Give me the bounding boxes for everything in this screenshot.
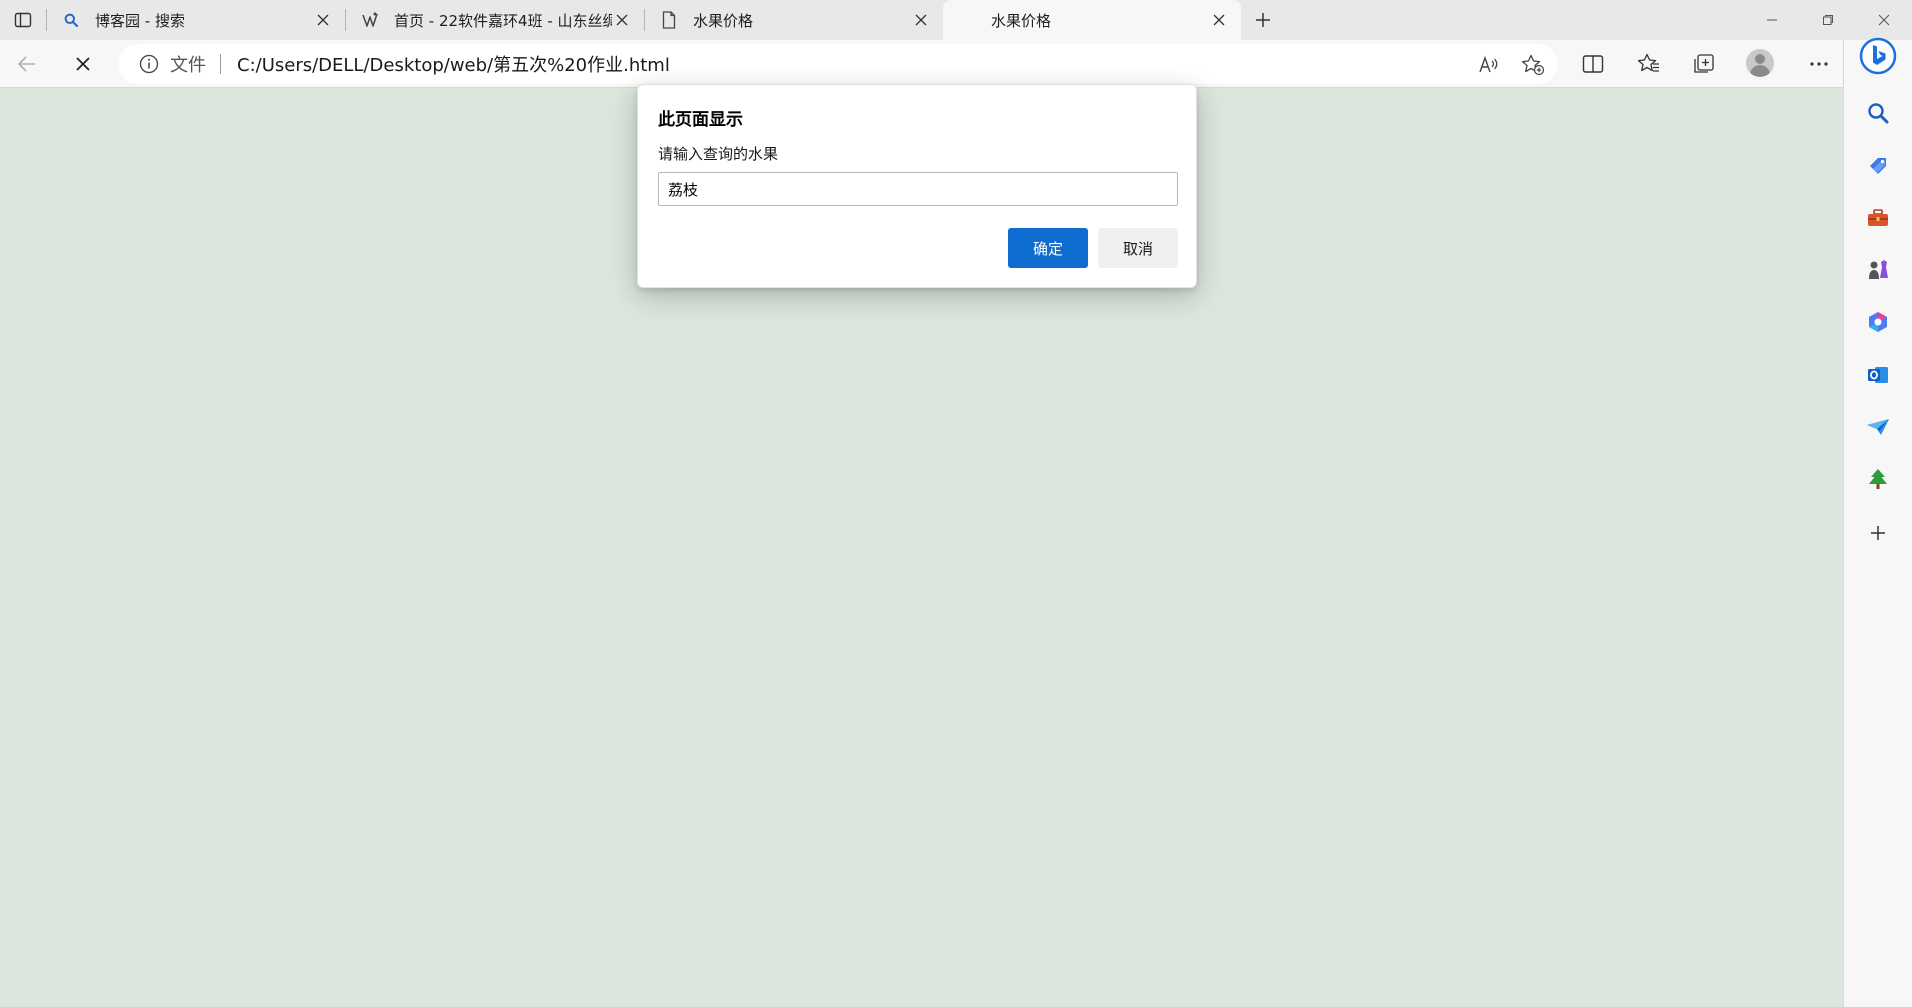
search-icon	[1868, 103, 1889, 124]
sidebar-add-button[interactable]	[1861, 516, 1895, 550]
prompt-dialog: 此页面显示 请输入查询的水果 确定 取消	[637, 84, 1197, 288]
tab-actions-icon	[14, 12, 32, 28]
close-window-button[interactable]	[1856, 0, 1912, 40]
close-tab-icon[interactable]	[1209, 10, 1229, 30]
tab-title: 博客园 - 搜索	[95, 11, 185, 30]
dialog-heading: 此页面显示	[658, 110, 743, 130]
sidebar-outlook-button[interactable]	[1861, 358, 1895, 392]
back-arrow-icon	[17, 56, 35, 72]
split-screen-icon	[1582, 55, 1604, 73]
favorites-icon	[1637, 53, 1659, 72]
sidebar-search-button[interactable]	[1861, 96, 1895, 130]
prompt-input[interactable]	[658, 172, 1178, 206]
edge-sidebar	[1843, 37, 1912, 1007]
loading-icon	[957, 10, 977, 30]
tab-fruit-price[interactable]: 水果价格	[645, 0, 943, 40]
stop-loading-button[interactable]	[66, 48, 100, 80]
info-icon[interactable]	[138, 53, 160, 75]
cancel-button[interactable]: 取消	[1098, 228, 1178, 268]
profile-avatar[interactable]	[1746, 49, 1774, 77]
tab-search[interactable]: 博客园 - 搜索	[47, 0, 345, 40]
new-tab-button[interactable]	[1241, 0, 1285, 40]
toolbox-icon	[1868, 209, 1888, 226]
collections-icon	[1694, 54, 1714, 73]
sidebar-games-button[interactable]	[1861, 253, 1895, 287]
tab-homepage[interactable]: 首页 - 22软件嘉环4班 - 山东丝绸	[346, 0, 644, 40]
close-tab-icon[interactable]	[612, 10, 632, 30]
more-icon	[1810, 62, 1828, 66]
url-text[interactable]: C:/Users/DELL/Desktop/web/第五次%20作业.html	[237, 51, 670, 77]
tree-icon	[1869, 469, 1887, 489]
document-icon	[659, 10, 679, 30]
read-aloud-icon	[1479, 55, 1498, 73]
restore-button[interactable]	[1800, 0, 1856, 40]
sidebar-tools-button[interactable]	[1861, 201, 1895, 235]
stop-icon	[76, 57, 90, 71]
plus-icon	[1871, 526, 1885, 540]
tab-strip: 博客园 - 搜索 首页 - 22软件嘉环4班 - 山东丝绸 水果价格 水果价格	[0, 0, 1912, 40]
microsoft-365-icon	[1869, 312, 1887, 332]
window-controls	[1744, 0, 1912, 40]
plus-icon	[1256, 13, 1270, 27]
avatar-body	[1750, 65, 1770, 77]
favorites-button[interactable]	[1634, 50, 1664, 78]
add-favorite-button[interactable]	[1520, 52, 1546, 78]
split-screen-button[interactable]	[1578, 50, 1608, 78]
outlook-icon	[1868, 367, 1888, 383]
sidebar-m365-button[interactable]	[1861, 305, 1895, 339]
tab-title: 水果价格	[991, 11, 1052, 30]
site-logo-icon	[360, 10, 380, 30]
close-tab-icon[interactable]	[911, 10, 931, 30]
address-divider	[220, 54, 221, 74]
close-tab-icon[interactable]	[313, 10, 333, 30]
chess-pieces-icon	[1869, 260, 1888, 279]
price-tag-icon	[1870, 158, 1886, 174]
sidebar-shopping-button[interactable]	[1861, 149, 1895, 183]
ok-button[interactable]: 确定	[1008, 228, 1088, 268]
tab-title: 首页 - 22软件嘉环4班 - 山东丝绸	[394, 11, 612, 30]
tab-actions-button[interactable]	[0, 0, 46, 40]
search-icon	[61, 10, 81, 30]
paper-plane-icon	[1867, 419, 1889, 435]
dialog-message: 请输入查询的水果	[658, 145, 779, 163]
sidebar-tree-button[interactable]	[1861, 462, 1895, 496]
bing-chat-button[interactable]	[1858, 36, 1898, 76]
star-add-icon	[1521, 54, 1545, 76]
bing-icon	[1859, 37, 1897, 75]
browser-toolbar: 文件 C:/Users/DELL/Desktop/web/第五次%20作业.ht…	[0, 40, 1912, 88]
address-bar[interactable]: 文件 C:/Users/DELL/Desktop/web/第五次%20作业.ht…	[118, 44, 1558, 84]
back-button[interactable]	[10, 48, 44, 80]
restore-icon	[1823, 15, 1833, 25]
sidebar-send-button[interactable]	[1861, 410, 1895, 444]
close-icon	[1878, 14, 1890, 26]
minimize-button[interactable]	[1744, 0, 1800, 40]
tab-title: 水果价格	[693, 11, 754, 30]
address-bar-actions	[1476, 52, 1546, 78]
minimize-icon	[1767, 19, 1777, 21]
avatar-head	[1755, 54, 1765, 64]
settings-more-button[interactable]	[1804, 50, 1834, 78]
collections-button[interactable]	[1689, 50, 1719, 78]
read-aloud-button[interactable]	[1476, 52, 1502, 78]
tab-fruit-price-active[interactable]: 水果价格	[943, 0, 1241, 40]
protocol-label: 文件	[170, 55, 206, 76]
